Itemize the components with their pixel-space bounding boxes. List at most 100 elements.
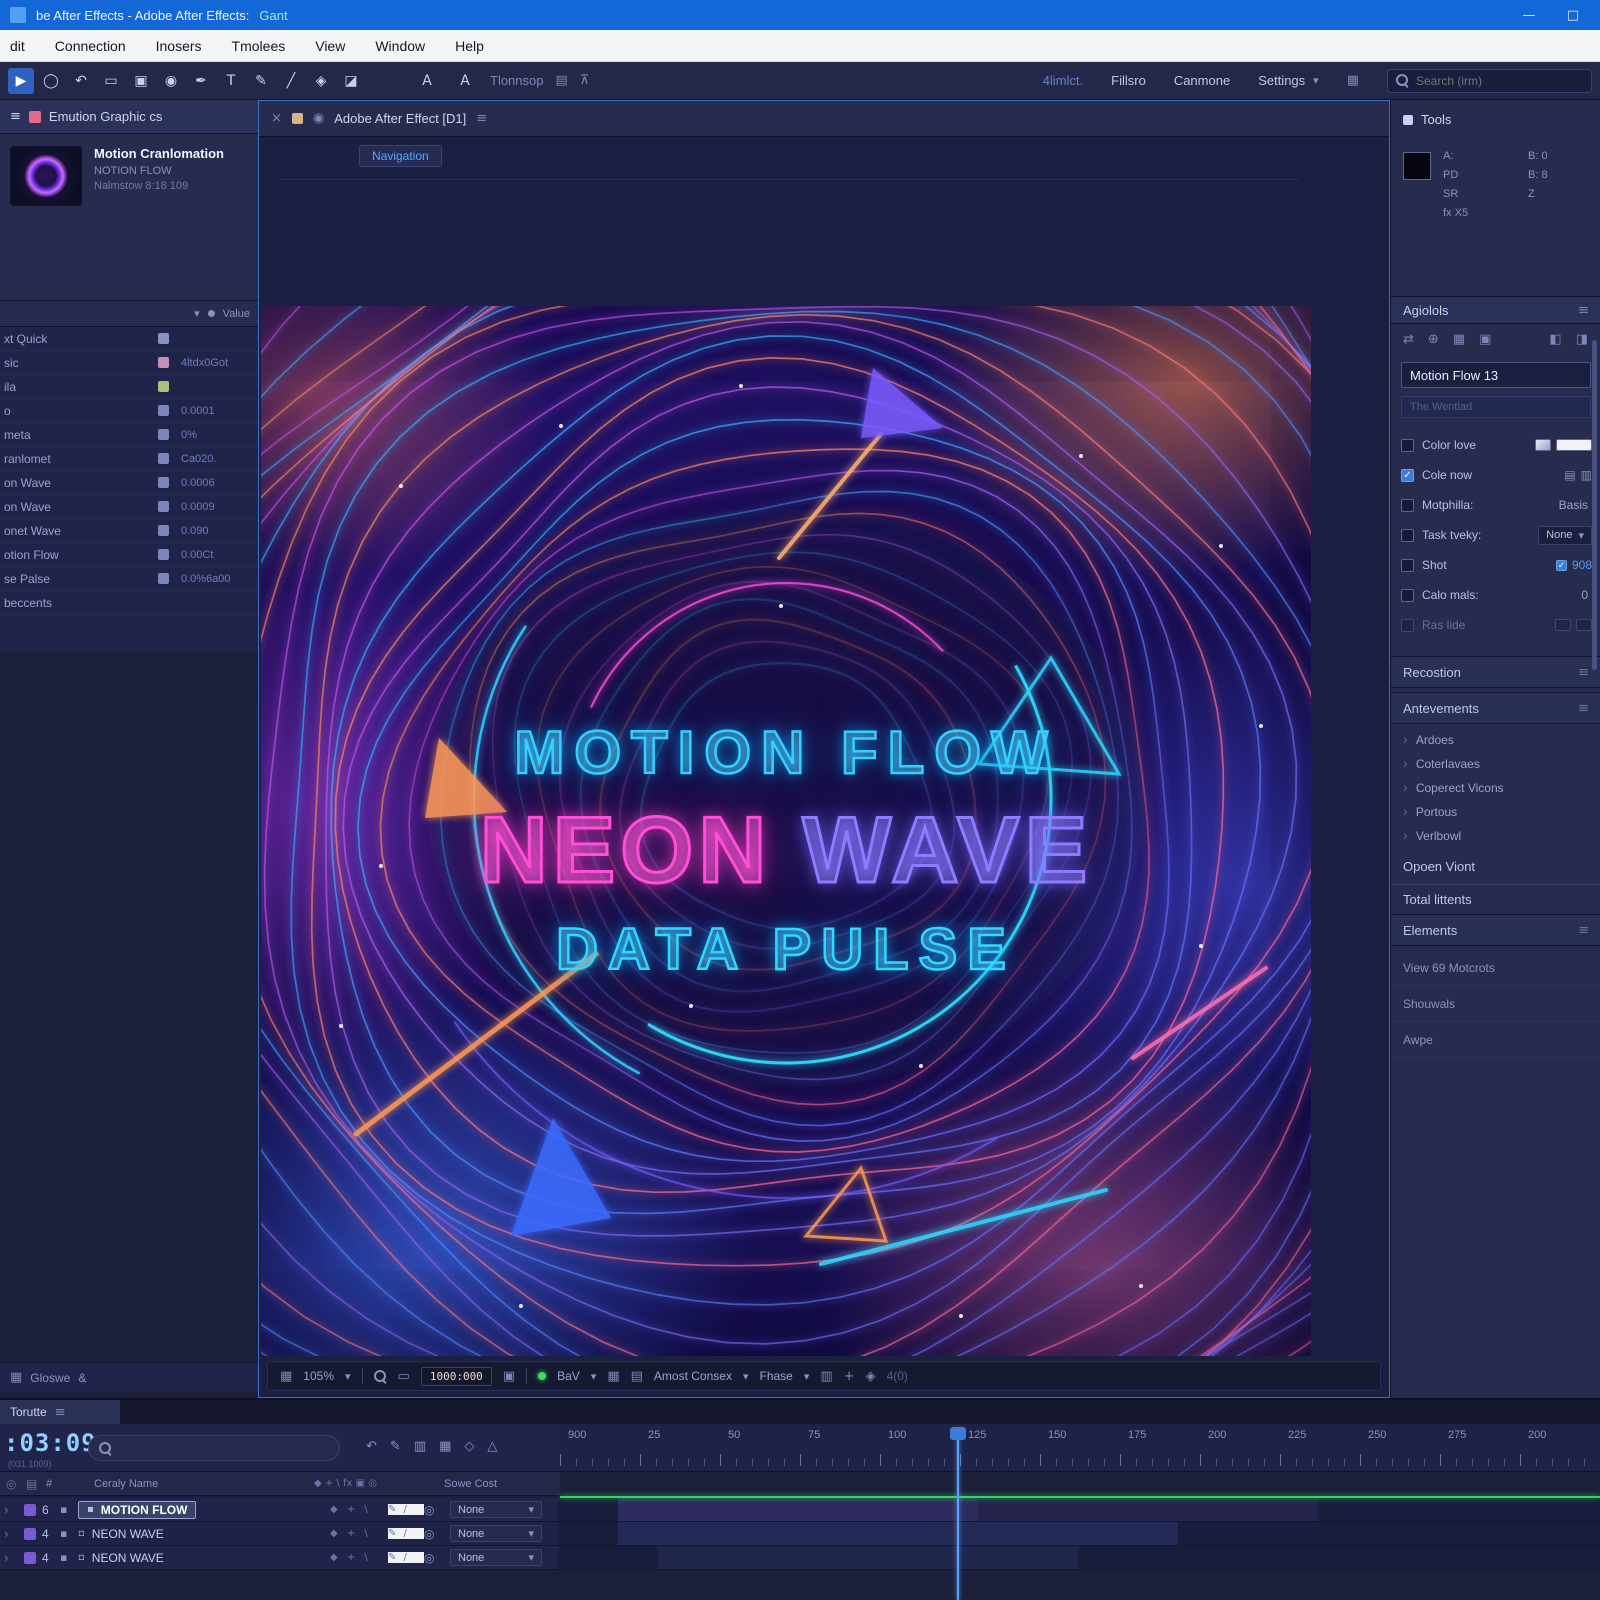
half-box-right-icon[interactable]: ◨: [1576, 332, 1588, 347]
expander-icon[interactable]: ›: [4, 1551, 24, 1565]
layer-name[interactable]: ▫NEON WAVE: [78, 1527, 330, 1541]
workspace-grid-icon[interactable]: ▦: [1347, 73, 1359, 88]
checkbox[interactable]: [1401, 589, 1414, 602]
option-control[interactable]: [1535, 439, 1592, 451]
property-row[interactable]: otion Flow0.00Ct: [0, 543, 258, 567]
menu-item-5[interactable]: Window: [375, 38, 425, 54]
frame-timecode[interactable]: 1000:000: [421, 1367, 492, 1386]
menu-item-0[interactable]: dit: [10, 38, 25, 54]
color-swatch[interactable]: [1535, 439, 1551, 451]
box[interactable]: [1555, 619, 1571, 631]
layer-name[interactable]: ▫NEON WAVE: [78, 1551, 330, 1565]
name-column-header[interactable]: Ceraly Name: [64, 1478, 314, 1490]
guides-icon[interactable]: ▦: [607, 1369, 619, 1384]
expander-icon[interactable]: ›: [4, 1527, 24, 1541]
character-panel-icon[interactable]: A: [414, 68, 440, 94]
property-row[interactable]: sic4ltdx0Got: [0, 351, 258, 375]
eye-icon[interactable]: ◎: [424, 1527, 450, 1541]
property-row[interactable]: beccents: [0, 591, 258, 615]
toolbar-label-0[interactable]: 4limlct.: [1043, 73, 1083, 88]
brush-tool[interactable]: ╱: [278, 68, 304, 94]
timeline-search[interactable]: [88, 1435, 340, 1461]
section-ardoes[interactable]: ›Ardoes: [1391, 728, 1600, 752]
expander-icon[interactable]: ›: [4, 1503, 24, 1517]
layer-switches[interactable]: ✎ /: [388, 1528, 424, 1539]
effect-option-6[interactable]: Ras lide: [1401, 610, 1592, 640]
property-row[interactable]: on Wave0.0009: [0, 495, 258, 519]
effect-option-2[interactable]: Motphilla:Basis: [1401, 490, 1592, 520]
layer-track[interactable]: [558, 1498, 1600, 1521]
effect-subtitle-input[interactable]: [1401, 396, 1591, 418]
layer-track[interactable]: [558, 1546, 1600, 1569]
layer-track[interactable]: [558, 1522, 1600, 1545]
layer-row[interactable]: ›4▪▫NEON WAVE◆ + \✎ /◎None▾: [0, 1522, 1600, 1546]
property-row[interactable]: se Palse0.0%6a00: [0, 567, 258, 591]
menu-icon[interactable]: ≡: [476, 111, 487, 126]
composition-thumbnail[interactable]: [10, 146, 82, 206]
arrow-left-right-icon[interactable]: ⇄: [1403, 332, 1414, 347]
effect-option-4[interactable]: Shot✓908: [1401, 550, 1592, 580]
transform-label[interactable]: Tlonnsop: [490, 73, 543, 88]
menu-item-3[interactable]: Tmolees: [232, 38, 286, 54]
section-total-littents[interactable]: Total littents: [1391, 884, 1600, 914]
maximize-button[interactable]: □: [1556, 8, 1590, 23]
grid-icon[interactable]: ▦: [10, 1370, 22, 1385]
option-control[interactable]: [1555, 619, 1592, 631]
toolbar-label-1[interactable]: Fillsro: [1111, 73, 1146, 88]
zoom-level[interactable]: 105%: [303, 1369, 334, 1383]
preview-quality[interactable]: BaV: [557, 1369, 580, 1383]
zoom-icon[interactable]: [374, 1370, 387, 1383]
blend-mode-dropdown[interactable]: None▾: [450, 1501, 542, 1518]
phase-select[interactable]: Fhase: [759, 1369, 792, 1383]
option-icon[interactable]: ▥: [1581, 468, 1592, 482]
foreground-color-swatch[interactable]: [1403, 152, 1431, 180]
align-icon[interactable]: ▤: [555, 73, 567, 88]
toolbar-label-2[interactable]: Canmone: [1174, 73, 1230, 88]
footer-label[interactable]: Gloswe: [30, 1371, 70, 1385]
effects-panel-header[interactable]: Agiolols ≡: [1391, 296, 1600, 324]
section-coperect-vicons[interactable]: ›Coperect Vicons: [1391, 776, 1600, 800]
layer-switches[interactable]: ◆ + \: [330, 1528, 388, 1539]
minimize-button[interactable]: —: [1512, 8, 1546, 23]
parent-column-header[interactable]: Sowe Cost: [444, 1478, 497, 1490]
section-coterlavaes[interactable]: ›Coterlavaes: [1391, 752, 1600, 776]
layer-switches[interactable]: ◆ + \: [330, 1504, 388, 1515]
box[interactable]: [1576, 619, 1592, 631]
property-row[interactable]: ranlometCa020.: [0, 447, 258, 471]
checkbox[interactable]: [1401, 499, 1414, 512]
checkbox[interactable]: [1401, 559, 1414, 572]
layer-row[interactable]: ›6▪▪MOTION FLOW◆ + \✎ /◎None▾: [0, 1498, 1600, 1522]
effect-name-input[interactable]: [1401, 362, 1591, 388]
current-timecode[interactable]: :03:09: [4, 1429, 97, 1457]
sort-icon[interactable]: ▾: [194, 307, 200, 320]
section-elements[interactable]: Elements≡: [1391, 914, 1600, 946]
eraser-tool[interactable]: ◪: [338, 68, 364, 94]
toolbar-search[interactable]: [1387, 69, 1592, 93]
composition-canvas[interactable]: MOTION FLOW NEON WAVE DATA PULSE: [261, 306, 1311, 1356]
paragraph-panel-icon[interactable]: A: [452, 68, 478, 94]
checkbox[interactable]: ✓: [1556, 560, 1567, 571]
option-control[interactable]: Basis: [1559, 498, 1592, 512]
playhead-handle[interactable]: [950, 1427, 966, 1440]
rotate-tool[interactable]: ◉: [158, 68, 184, 94]
playhead-line[interactable]: [957, 1428, 959, 1600]
property-row[interactable]: on Wave0.0006: [0, 471, 258, 495]
grid-icon[interactable]: ▦: [280, 1369, 292, 1384]
settings-dropdown[interactable]: Settings ▾: [1258, 73, 1319, 88]
menu-item-4[interactable]: View: [315, 38, 345, 54]
zoom-tool[interactable]: ◯: [38, 68, 64, 94]
draft-icon[interactable]: ✎: [390, 1439, 401, 1454]
effect-option-3[interactable]: Task tveky:None▾: [1401, 520, 1592, 550]
eye-icon[interactable]: ◎: [424, 1551, 450, 1565]
snapshot-icon[interactable]: ▣: [503, 1369, 515, 1384]
layer-switches[interactable]: ◆ + \: [330, 1552, 388, 1563]
property-row[interactable]: o0.0001: [0, 399, 258, 423]
diamond-icon[interactable]: ◇: [464, 1439, 474, 1454]
rulers-icon[interactable]: ▥: [820, 1369, 832, 1384]
eye-icon[interactable]: ◎: [424, 1503, 450, 1517]
stamp-tool[interactable]: ◈: [308, 68, 334, 94]
blend-mode-dropdown[interactable]: None▾: [450, 1549, 542, 1566]
undo-tool[interactable]: ↶: [68, 68, 94, 94]
property-row[interactable]: onet Wave0.090: [0, 519, 258, 543]
blend-mode-dropdown[interactable]: None▾: [450, 1525, 542, 1542]
